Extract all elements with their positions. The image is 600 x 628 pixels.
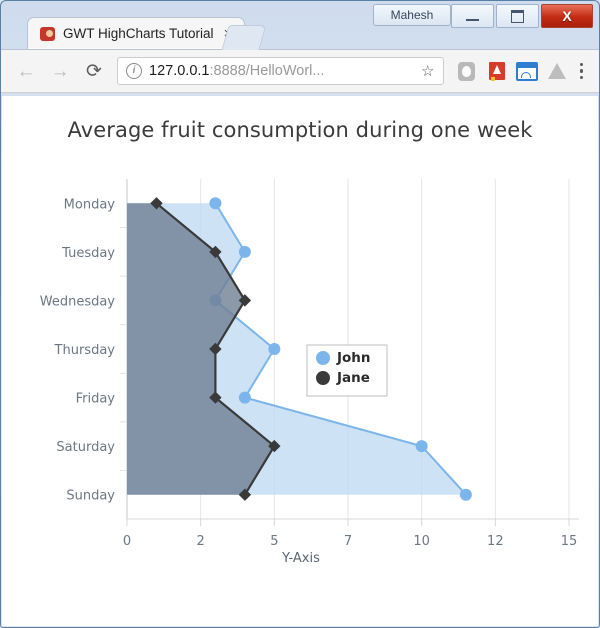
bookmark-star-icon[interactable]: ☆ xyxy=(421,62,434,80)
x-tick-label: 7 xyxy=(344,534,352,549)
category-label: Friday xyxy=(76,392,116,407)
legend-label-jane[interactable]: Jane xyxy=(336,370,370,386)
category-labels: Monday Tuesday Wednesday Thursday Friday Satu… xyxy=(40,197,116,503)
browser-toolbar: ← → ⟳ i 127.0.0.1:8888/HelloWorl... ☆ xyxy=(1,49,599,93)
tick-labels: 0 2 5 7 10 12 15 xyxy=(123,534,577,549)
data-point-marker[interactable] xyxy=(415,440,428,453)
tab-title: GWT HighCharts Tutorial xyxy=(63,26,214,41)
extension-drive-icon[interactable] xyxy=(544,58,570,84)
category-label: Tuesday xyxy=(61,246,115,261)
chart-svg: Monday Tuesday Wednesday Thursday Friday Satu… xyxy=(40,179,579,549)
extension-book-icon[interactable] xyxy=(484,58,510,84)
category-label: Sunday xyxy=(66,489,115,504)
data-point-marker[interactable] xyxy=(238,391,251,404)
page-content: Average fruit consumption during one wee… xyxy=(2,96,598,626)
data-point-marker[interactable] xyxy=(238,245,251,258)
x-tick-label: 15 xyxy=(561,534,578,549)
category-label: Monday xyxy=(64,197,116,212)
address-bar[interactable]: i 127.0.0.1:8888/HelloWorl... ☆ xyxy=(117,57,444,85)
data-point-marker[interactable] xyxy=(459,488,472,501)
url-text: 127.0.0.1:8888/HelloWorl... xyxy=(149,63,414,79)
x-tick-label: 5 xyxy=(270,534,278,549)
title-bar: Mahesh X GWT HighCharts Tutorial × xyxy=(1,1,599,50)
category-label: Thursday xyxy=(54,343,116,358)
url-host: 127.0.0.1 xyxy=(149,63,210,79)
new-tab-button[interactable] xyxy=(221,25,267,50)
browser-menu-button[interactable] xyxy=(574,62,590,80)
legend-symbol-jane[interactable] xyxy=(316,371,330,385)
category-label: Saturday xyxy=(56,440,115,455)
site-info-icon[interactable]: i xyxy=(126,63,142,79)
gwt-logo-icon xyxy=(40,26,55,41)
legend-symbol-john[interactable] xyxy=(316,351,330,365)
data-point-marker[interactable] xyxy=(209,197,222,210)
chart-area: Monday Tuesday Wednesday Thursday Friday Satu… xyxy=(2,96,598,626)
chart-legend: John Jane xyxy=(306,344,388,397)
browser-window: Mahesh X GWT HighCharts Tutorial × ← → ⟳… xyxy=(0,0,600,628)
forward-button[interactable]: → xyxy=(45,56,75,86)
x-tick-label: 12 xyxy=(487,534,504,549)
url-path: :8888/HelloWorl... xyxy=(209,63,325,79)
x-tick-label: 2 xyxy=(197,534,205,549)
x-tick-label: 10 xyxy=(413,534,430,549)
category-label: Wednesday xyxy=(40,294,116,309)
tab-strip: GWT HighCharts Tutorial × xyxy=(1,17,599,50)
x-tick-label: 0 xyxy=(123,534,131,549)
back-button[interactable]: ← xyxy=(11,56,41,86)
y-axis-title: Y-Axis xyxy=(282,551,320,566)
data-point-marker[interactable] xyxy=(268,343,281,355)
extension-shield-icon[interactable] xyxy=(454,58,480,84)
extension-window-icon[interactable] xyxy=(514,58,540,84)
legend-label-john[interactable]: John xyxy=(336,350,371,366)
reload-button[interactable]: ⟳ xyxy=(79,56,109,86)
tab-gwt-highcharts-tutorial[interactable]: GWT HighCharts Tutorial × xyxy=(27,17,246,49)
